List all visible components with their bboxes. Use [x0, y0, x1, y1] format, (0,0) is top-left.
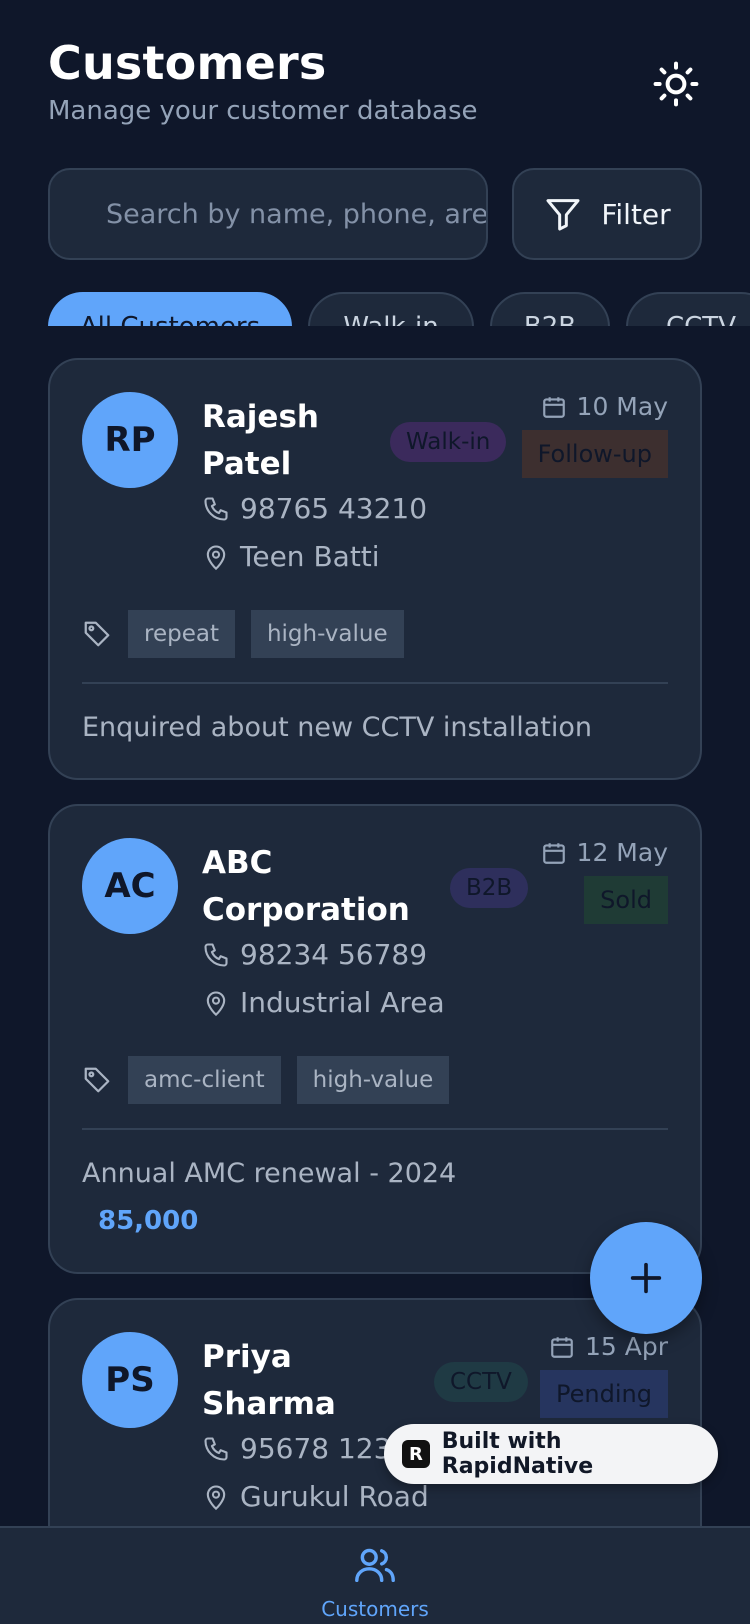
location-pin-icon	[206, 991, 226, 1016]
built-with-label: Built with RapidNative	[441, 1429, 594, 1479]
customer-type-badge: CCTV	[434, 1362, 528, 1402]
tag: high-value	[250, 610, 404, 658]
tag-icon	[84, 621, 110, 647]
filter-icon	[546, 199, 580, 231]
date-row: 15 Apr	[549, 1332, 668, 1361]
add-customer-button[interactable]	[590, 1222, 702, 1334]
customer-note: Enquired about new CCTV installation	[82, 712, 592, 743]
built-with-badge[interactable]: R Built with RapidNative	[384, 1424, 718, 1484]
customer-card[interactable]: RP Rajesh Patel Walk-in 10 May Follow-up…	[48, 358, 702, 780]
customer-amount: 85,000	[98, 1206, 199, 1236]
calendar-icon	[542, 842, 565, 864]
customer-name: Rajesh Patel	[202, 399, 319, 482]
customer-phone: 98234 56789	[240, 938, 428, 971]
customer-area: Teen Batti	[240, 540, 380, 573]
phone-icon	[204, 1436, 228, 1461]
chip-b2b[interactable]: B2B	[490, 292, 610, 326]
phone-icon	[204, 942, 228, 967]
chip-cctv[interactable]: CCTV	[626, 292, 750, 326]
tag: high-value	[296, 1056, 450, 1104]
customer-card[interactable]: AC ABC Corporation B2B 12 May Sold 98234…	[48, 804, 702, 1274]
category-chips: All Customers Walk-in B2B CCTV	[0, 292, 750, 326]
avatar: RP	[82, 392, 178, 488]
tags-row: amc-client high-value	[82, 1056, 450, 1104]
calendar-icon	[551, 1336, 573, 1358]
avatar: PS	[82, 1332, 178, 1428]
customer-date: 12 May	[576, 838, 668, 867]
status-badge: Follow-up	[521, 430, 668, 478]
plus-icon	[630, 1262, 662, 1294]
avatar: AC	[82, 838, 178, 934]
area-row: Industrial Area	[202, 986, 445, 1019]
nav-item-customers[interactable]: Customers	[300, 1542, 450, 1621]
chip-walk-in[interactable]: Walk-in	[308, 292, 474, 326]
customer-date: 10 May	[576, 392, 668, 421]
customer-name: ABC Corporation	[202, 845, 410, 928]
search-box[interactable]	[48, 168, 488, 260]
customer-type-badge: Walk-in	[390, 422, 507, 462]
tag: repeat	[128, 610, 235, 658]
location-pin-icon	[206, 545, 226, 570]
chip-all-customers[interactable]: All Customers	[48, 292, 292, 326]
location-pin-icon	[206, 1485, 226, 1510]
bottom-nav: Customers	[0, 1526, 750, 1624]
page-header: Customers Manage your customer database	[48, 36, 702, 136]
filter-label: Filter	[601, 197, 671, 231]
date-row: 12 May	[541, 838, 668, 867]
tag: amc-client	[128, 1056, 281, 1104]
tags-row: repeat high-value	[82, 610, 404, 658]
customer-note: Annual AMC renewal - 2024	[82, 1158, 457, 1189]
tag-icon	[84, 1067, 110, 1093]
search-input[interactable]	[106, 198, 486, 230]
calendar-icon	[542, 396, 565, 418]
status-badge: Sold	[584, 876, 668, 924]
phone-row: 98234 56789	[202, 938, 427, 971]
date-row: 10 May	[541, 392, 668, 421]
customer-area: Gurukul Road	[240, 1480, 429, 1513]
divider	[82, 682, 668, 684]
divider	[82, 1128, 668, 1130]
customer-phone: 98765 43210	[240, 492, 428, 525]
rapidnative-logo-icon: R	[402, 1440, 430, 1468]
phone-icon	[204, 496, 228, 521]
page-subtitle: Manage your customer database	[48, 96, 478, 126]
users-icon	[355, 1548, 395, 1583]
page-title: Customers	[48, 36, 327, 90]
customer-type-badge: B2B	[450, 868, 529, 908]
area-row: Teen Batti	[202, 540, 380, 573]
phone-row: 98765 43210	[202, 492, 427, 525]
filter-button[interactable]: Filter	[512, 168, 702, 260]
area-row: Gurukul Road	[202, 1480, 429, 1513]
sun-icon	[653, 61, 699, 107]
nav-item-label: Customers	[321, 1597, 429, 1621]
customer-date: 15 Apr	[584, 1332, 668, 1361]
theme-toggle-button[interactable]	[650, 58, 702, 110]
customer-name: Priya Sharma	[202, 1339, 336, 1422]
customer-area: Industrial Area	[240, 986, 445, 1019]
status-badge: Pending	[540, 1370, 668, 1418]
